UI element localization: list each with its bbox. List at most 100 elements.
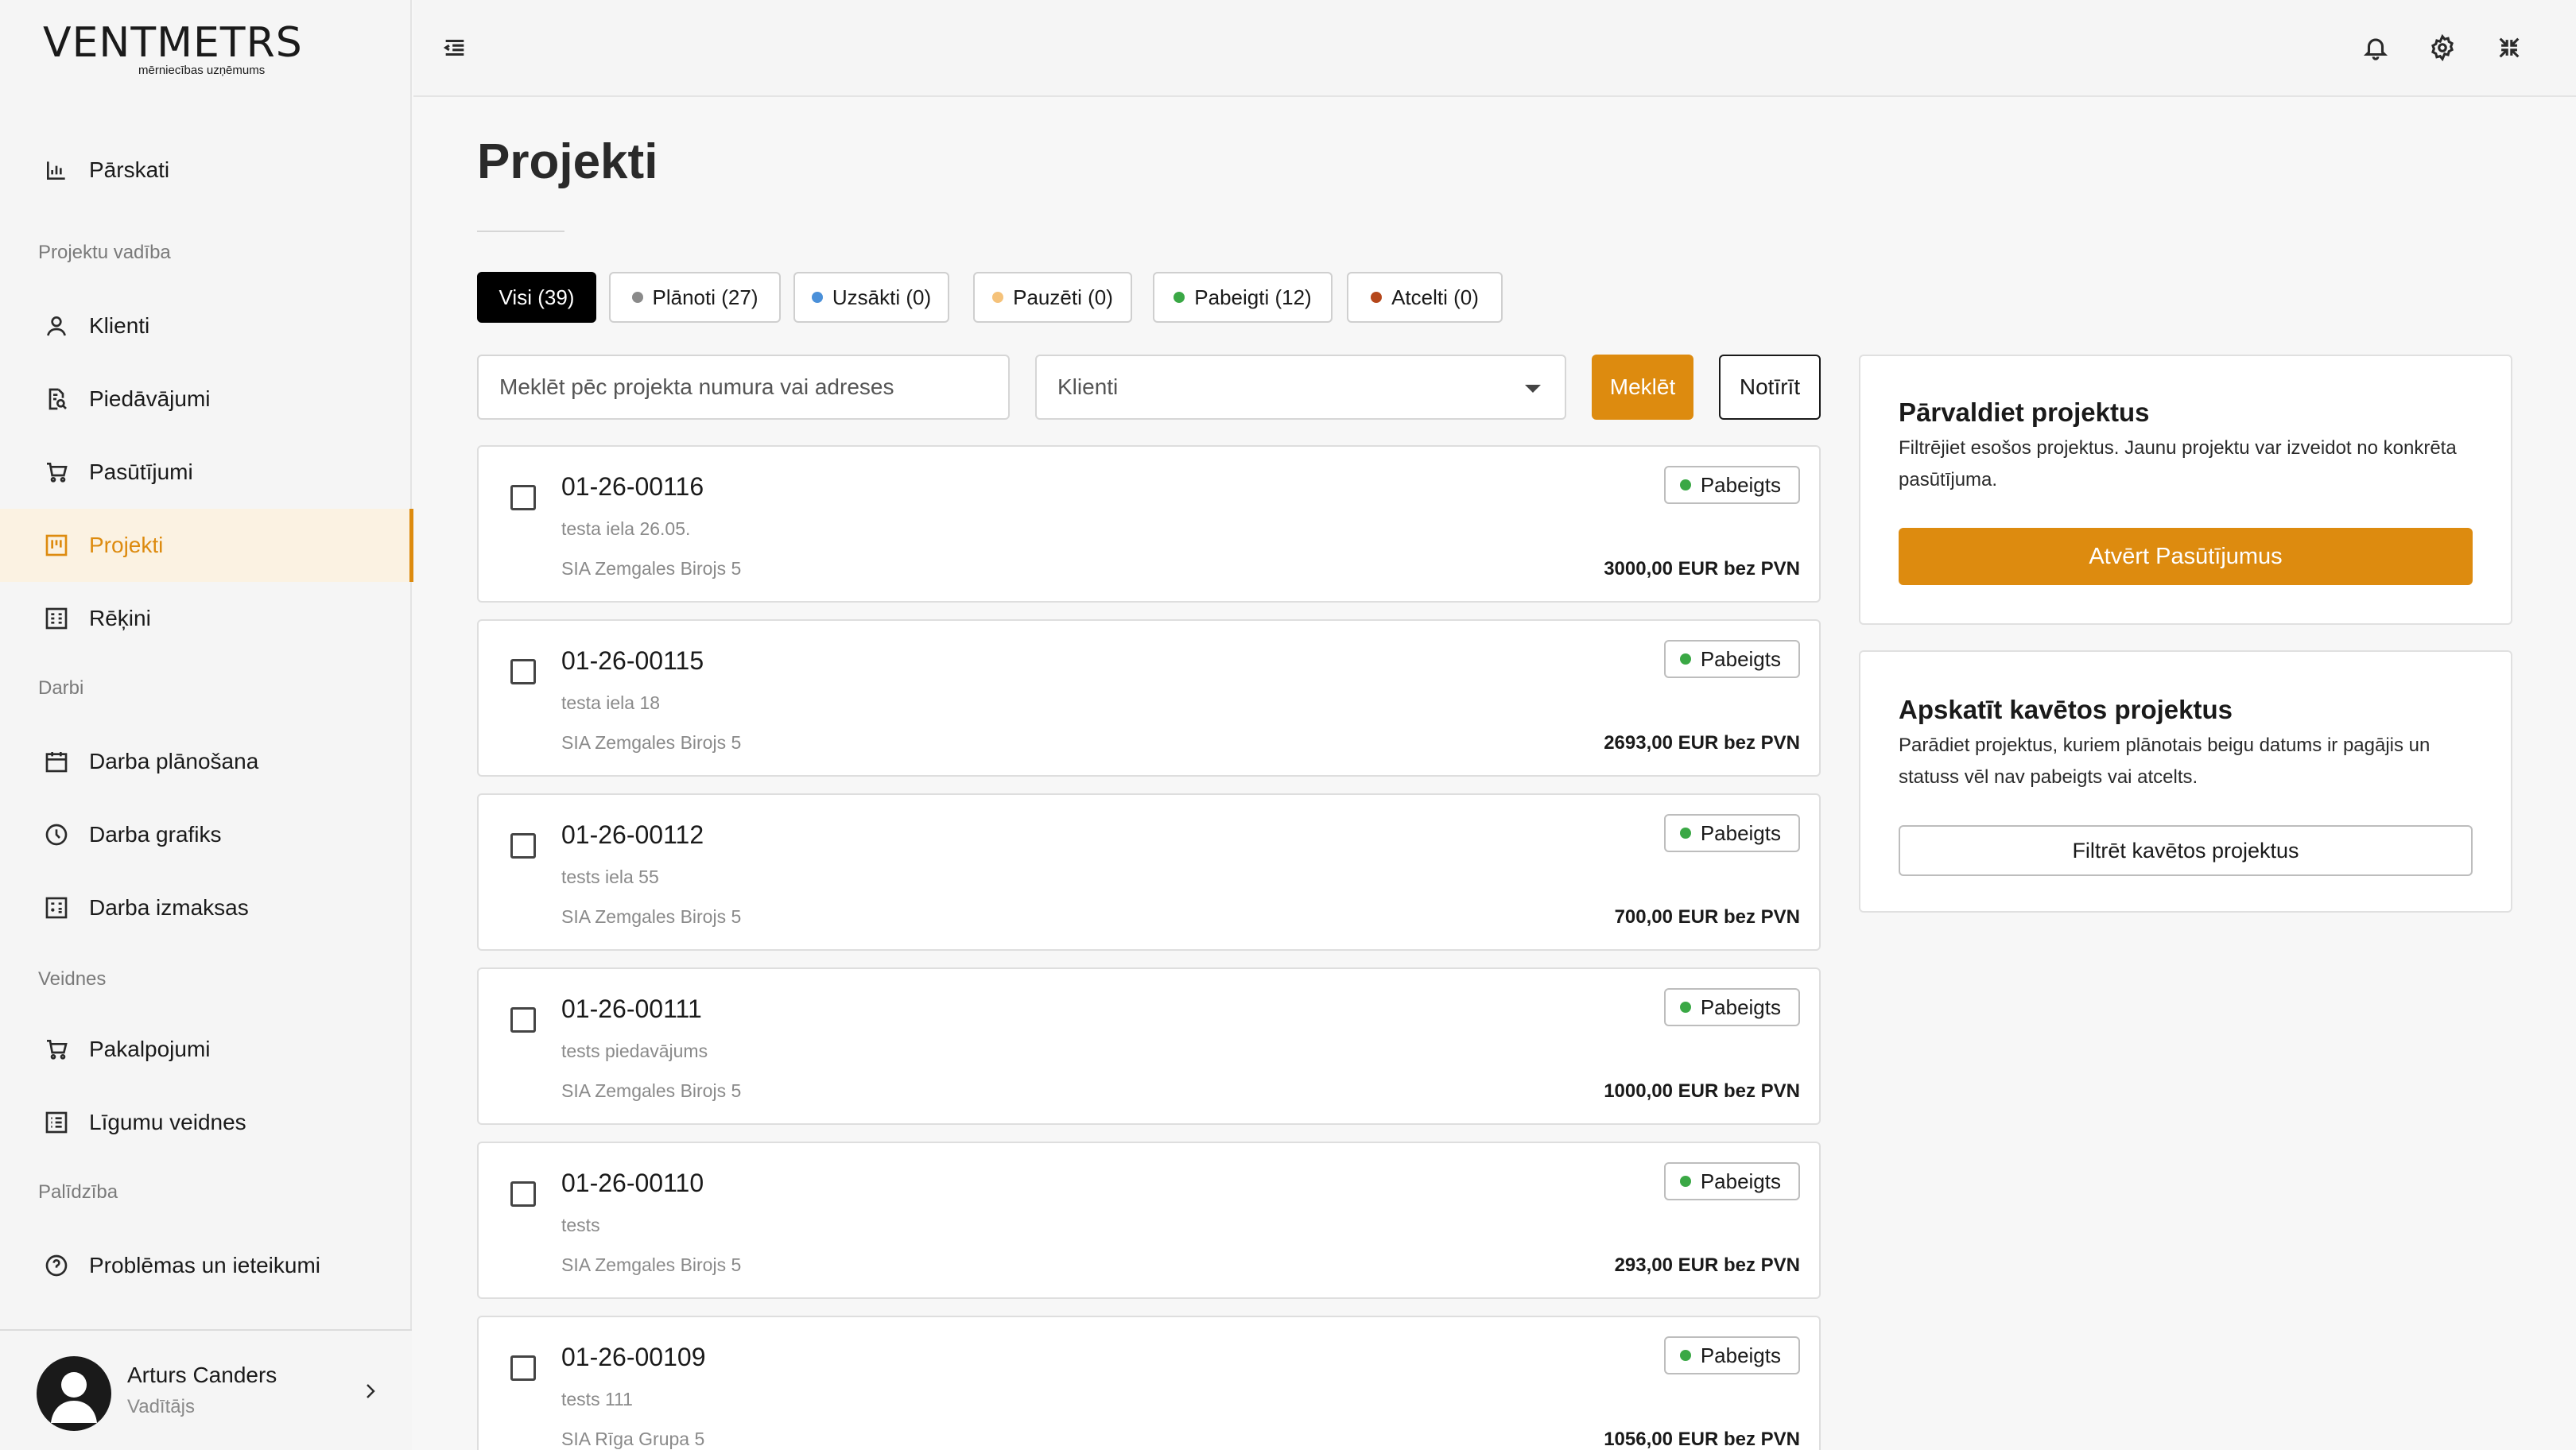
brand-name: VENTMETRS: [43, 19, 303, 67]
sidebar-item-label: Pakalpojumi: [89, 1037, 211, 1061]
sidebar-item-work-costs[interactable]: Darba izmaksas: [0, 871, 412, 944]
project-card[interactable]: 01-26-00112 tests iela 55 SIA Zemgales B…: [477, 793, 1821, 951]
overdue-projects-card: Apskatīt kavētos projektus Parādiet proj…: [1859, 650, 2512, 913]
tab-label: Pabeigti (12): [1194, 285, 1312, 309]
sidebar-item-label: Līgumu veidnes: [89, 1110, 246, 1134]
status-badge: Pabeigts: [1663, 1162, 1800, 1200]
user-profile[interactable]: Arturs Canders Vadītājs: [0, 1329, 412, 1450]
sidebar-item-label: Rēķini: [89, 606, 151, 630]
bell-icon[interactable]: [2358, 30, 2393, 65]
tab-started[interactable]: Uzsākti (0): [793, 272, 949, 323]
project-card[interactable]: 01-26-00109 tests 111 SIA Rīga Grupa 5 P…: [477, 1316, 1821, 1450]
list-icon: [43, 1109, 70, 1136]
status-dot: [1679, 1002, 1691, 1013]
project-client: SIA Zemgales Birojs 5: [561, 732, 742, 753]
status-badge: Pabeigts: [1663, 466, 1800, 504]
project-checkbox[interactable]: [510, 1007, 536, 1033]
document-search-icon: [43, 386, 70, 413]
search-input[interactable]: [477, 355, 1010, 420]
invoice-icon: [43, 605, 70, 632]
manage-projects-card: Pārvaldiet projektus Filtrējiet esošos p…: [1859, 355, 2512, 625]
status-badge-label: Pabeigts: [1700, 646, 1781, 671]
project-checkbox[interactable]: [510, 1181, 536, 1207]
status-dot: [1371, 292, 1383, 303]
tab-planned[interactable]: Plānoti (27): [609, 272, 781, 323]
cart-icon: [43, 459, 70, 486]
project-card[interactable]: 01-26-00115 testa iela 18 SIA Zemgales B…: [477, 619, 1821, 777]
kanban-icon: [43, 532, 70, 559]
overdue-card-text: Parādiet projektus, kuriem plānotais bei…: [1899, 735, 2431, 788]
project-checkbox[interactable]: [510, 833, 536, 859]
status-dot: [1174, 292, 1185, 303]
title-divider: [477, 231, 564, 232]
project-card[interactable]: 01-26-00110 tests SIA Zemgales Birojs 5 …: [477, 1142, 1821, 1299]
project-price: 293,00 EUR bez PVN: [1614, 1254, 1800, 1276]
project-card[interactable]: 01-26-00116 testa iela 26.05. SIA Zemgal…: [477, 445, 1821, 603]
bar-chart-icon: [43, 157, 70, 184]
status-dot: [1679, 653, 1691, 665]
sidebar-item-orders[interactable]: Pasūtījumi: [0, 436, 412, 509]
status-badge: Pabeigts: [1663, 640, 1800, 678]
sidebar-item-work-schedule[interactable]: Darba grafiks: [0, 798, 412, 871]
status-dot: [1679, 1350, 1691, 1361]
project-address: tests iela 55: [561, 867, 659, 887]
filter-overdue-button[interactable]: Filtrēt kavētos projektus: [1899, 825, 2473, 876]
sidebar-item-contract-templates[interactable]: Līgumu veidnes: [0, 1086, 412, 1159]
project-address: testa iela 18: [561, 692, 661, 713]
sidebar-item-invoices[interactable]: Rēķini: [0, 582, 412, 655]
tab-label: Pauzēti (0): [1013, 285, 1113, 309]
project-price: 3000,00 EUR bez PVN: [1604, 558, 1800, 580]
open-orders-button[interactable]: Atvērt Pasūtījumus: [1899, 528, 2473, 585]
clear-button[interactable]: Notīrīt: [1719, 355, 1821, 420]
search-button[interactable]: Meklēt: [1592, 355, 1693, 420]
project-price: 700,00 EUR bez PVN: [1614, 906, 1800, 928]
chevron-right-icon[interactable]: [361, 1380, 380, 1402]
project-price: 1000,00 EUR bez PVN: [1604, 1080, 1800, 1102]
project-price: 1056,00 EUR bez PVN: [1604, 1429, 1800, 1450]
project-address: tests 111: [561, 1389, 633, 1409]
sidebar-item-label: Darba izmaksas: [89, 895, 249, 920]
project-number: 01-26-00116: [561, 472, 704, 501]
sidebar-item-offers[interactable]: Piedāvājumi: [0, 362, 412, 436]
project-address: testa iela 26.05.: [561, 518, 691, 539]
sidebar-item-label: Darba plānošana: [89, 749, 259, 773]
calculator-icon: [43, 894, 70, 921]
sidebar-item-projects[interactable]: Projekti: [0, 509, 413, 582]
project-address: tests piedavājums: [561, 1041, 708, 1061]
brand-logo[interactable]: VENTMETRS mērniecības uzņēmums: [43, 19, 303, 77]
tab-label: Uzsākti (0): [832, 285, 932, 309]
project-number: 01-26-00109: [561, 1343, 706, 1371]
project-client: SIA Zemgales Birojs 5: [561, 1080, 742, 1101]
sidebar-item-work-planning[interactable]: Darba plānošana: [0, 725, 412, 798]
fullscreen-exit-icon[interactable]: [2492, 30, 2527, 65]
overdue-card-title: Apskatīt kavētos projektus: [1899, 695, 2233, 724]
project-checkbox[interactable]: [510, 485, 536, 510]
status-badge: Pabeigts: [1663, 988, 1800, 1026]
sidebar-item-label: Darba grafiks: [89, 822, 222, 847]
project-client: SIA Rīga Grupa 5: [561, 1429, 705, 1449]
status-badge-label: Pabeigts: [1700, 1169, 1781, 1193]
tab-label: Visi (39): [499, 285, 575, 309]
tab-paused[interactable]: Pauzēti (0): [973, 272, 1132, 323]
project-checkbox[interactable]: [510, 659, 536, 684]
tab-all[interactable]: Visi (39): [477, 272, 596, 323]
project-checkbox[interactable]: [510, 1355, 536, 1381]
sidebar-item-label: Klienti: [89, 313, 150, 338]
client-select[interactable]: Klienti: [1035, 355, 1566, 420]
gear-icon[interactable]: [2425, 30, 2460, 65]
section-label-work: Darbi: [38, 677, 84, 699]
menu-collapse-icon[interactable]: [437, 30, 472, 65]
sidebar-item-reports[interactable]: Pārskati: [0, 134, 412, 207]
sidebar-item-clients[interactable]: Klienti: [0, 289, 412, 362]
status-badge-label: Pabeigts: [1700, 820, 1781, 845]
section-label-help: Palīdzība: [38, 1181, 118, 1203]
tab-finished[interactable]: Pabeigti (12): [1153, 272, 1333, 323]
sidebar-item-services[interactable]: Pakalpojumi: [0, 1013, 412, 1086]
status-badge-label: Pabeigts: [1700, 1343, 1781, 1367]
project-card[interactable]: 01-26-00111 tests piedavājums SIA Zemgal…: [477, 967, 1821, 1125]
tab-cancelled[interactable]: Atcelti (0): [1347, 272, 1503, 323]
project-client: SIA Zemgales Birojs 5: [561, 558, 742, 579]
user-role: Vadītājs: [127, 1396, 195, 1417]
section-label-templates: Veidnes: [38, 968, 107, 990]
sidebar-item-issues-suggestions[interactable]: Problēmas un ieteikumi: [0, 1229, 412, 1302]
